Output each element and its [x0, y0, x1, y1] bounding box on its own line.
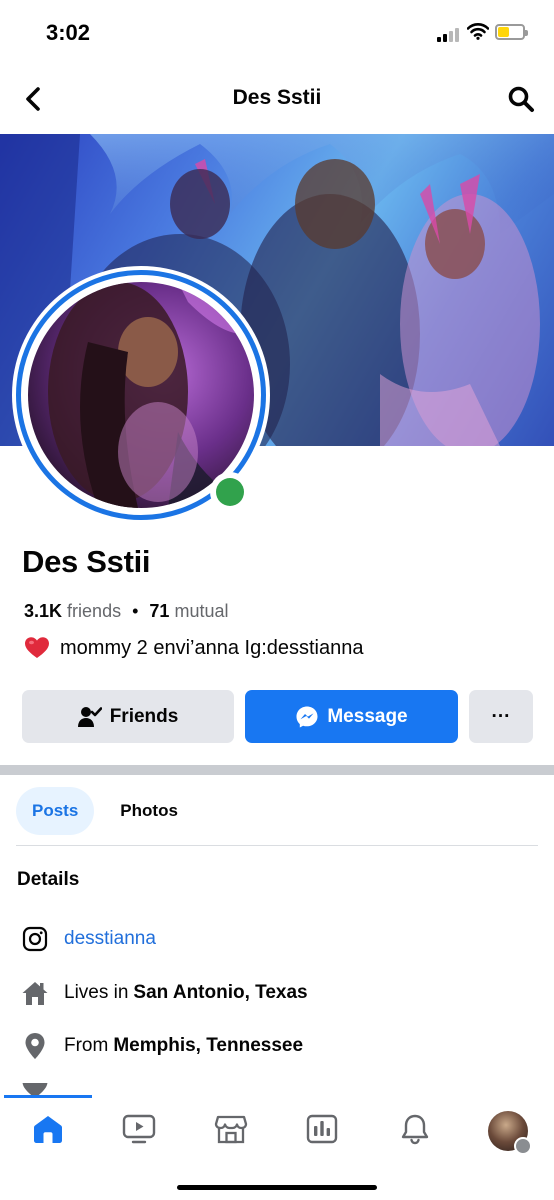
profile-bio: mommy 2 envi’anna Ig:desstianna: [24, 636, 364, 660]
home-icon: [34, 1116, 62, 1143]
nav-news[interactable]: [300, 1109, 344, 1149]
home-icon: [20, 978, 50, 1008]
tab-photos[interactable]: Photos: [104, 787, 194, 835]
home-indicator[interactable]: [177, 1185, 377, 1190]
menu-badge-icon: [514, 1137, 532, 1155]
stats-separator: •: [132, 601, 139, 621]
signal-icon: [437, 26, 463, 42]
battery-icon: [495, 24, 528, 40]
friend-check-icon: [77, 706, 102, 727]
video-icon: [122, 1114, 156, 1144]
status-bar: 3:02: [0, 0, 554, 64]
heart-icon: [25, 637, 49, 658]
profile-header: Des Sstii: [0, 64, 554, 134]
online-status-indicator: [210, 472, 250, 512]
wifi-icon: [467, 23, 489, 40]
nav-profile-avatar[interactable]: [488, 1111, 532, 1155]
friends-button[interactable]: Friends: [22, 690, 234, 743]
message-button[interactable]: Message: [245, 690, 458, 743]
status-time: 3:02: [46, 20, 91, 45]
nav-notifications[interactable]: [393, 1109, 437, 1149]
from-prefix: From: [64, 1035, 109, 1056]
mutual-count: 71: [149, 601, 170, 621]
active-tab-indicator: [4, 1095, 92, 1098]
instagram-icon: [20, 924, 50, 954]
profile-name: Des Sstii: [22, 544, 151, 579]
search-icon: [508, 86, 534, 112]
more-options-button[interactable]: ···: [469, 690, 533, 743]
friends-count: 3.1K: [24, 601, 63, 621]
marketplace-icon: [214, 1115, 248, 1144]
nav-marketplace[interactable]: [209, 1109, 253, 1149]
section-divider: [0, 765, 554, 775]
tabs-divider: [16, 845, 538, 846]
from-place: Memphis, Tennessee: [113, 1035, 304, 1056]
instagram-handle[interactable]: desstianna: [64, 928, 156, 950]
lives-prefix: Lives in: [64, 982, 129, 1003]
profile-tabs: Posts Photos: [16, 786, 194, 836]
detail-lives-in: Lives in San Antonio, Texas: [20, 976, 308, 1010]
friend-stats[interactable]: 3.1K friends • 71 mutual: [24, 601, 229, 622]
nav-home[interactable]: [26, 1109, 70, 1149]
mutual-label: mutual: [174, 601, 229, 621]
details-heading: Details: [17, 869, 80, 890]
heart-outline-icon: [20, 1083, 50, 1095]
friends-button-label: Friends: [109, 705, 179, 727]
detail-instagram[interactable]: desstianna: [20, 922, 156, 956]
location-pin-icon: [20, 1031, 50, 1061]
lives-place: San Antonio, Texas: [133, 982, 308, 1003]
bell-icon: [401, 1114, 429, 1145]
detail-from: From Memphis, Tennessee: [20, 1029, 303, 1063]
profile-avatar[interactable]: [12, 266, 270, 524]
news-icon: [306, 1114, 338, 1144]
friends-label: friends: [67, 601, 122, 621]
detail-relationship-partial: [20, 1083, 64, 1095]
tab-posts[interactable]: Posts: [16, 787, 95, 835]
more-icon: ···: [491, 705, 511, 727]
bio-text: mommy 2 envi’anna Ig:desstianna: [60, 636, 364, 659]
search-button[interactable]: [504, 82, 538, 116]
nav-watch[interactable]: [117, 1109, 161, 1149]
messenger-icon: [296, 706, 318, 727]
page-title: Des Sstii: [232, 86, 322, 109]
message-button-label: Message: [327, 705, 408, 727]
